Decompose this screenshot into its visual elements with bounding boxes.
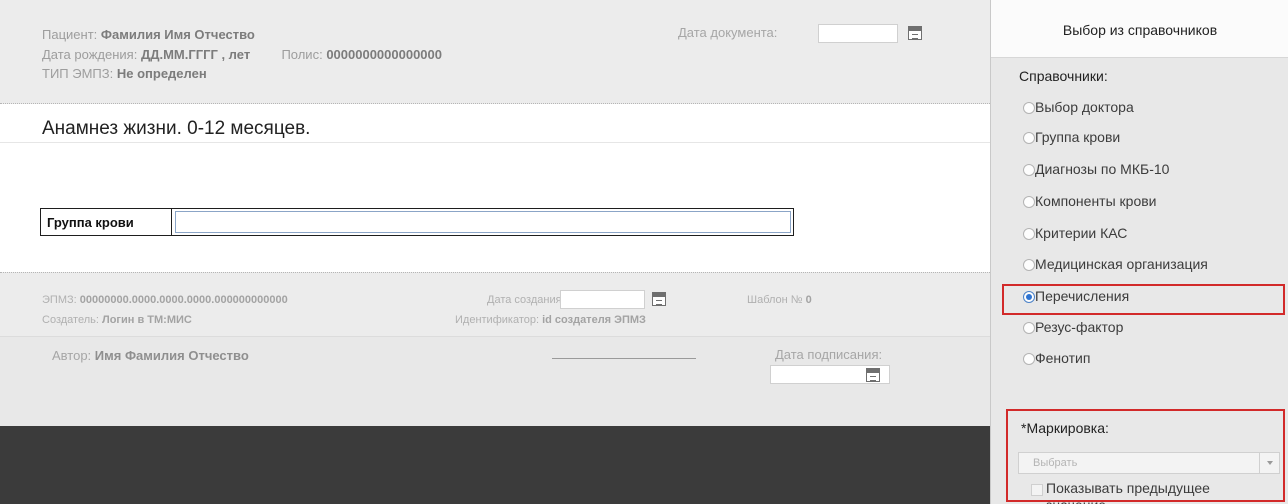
template-value: 0	[805, 294, 812, 306]
radio-label: Фенотип	[1035, 350, 1091, 366]
dob-line: Дата рождения: ДД.ММ.ГГГГ , лет Полис: 0…	[42, 47, 442, 62]
blood-group-label: Группа крови	[41, 209, 172, 235]
ident-value: id создателя ЭПМЗ	[542, 314, 646, 326]
author-label: Автор:	[52, 348, 92, 363]
chevron-down-icon[interactable]	[1259, 453, 1279, 473]
created-date-input[interactable]	[560, 290, 645, 309]
radio-icon[interactable]	[1023, 102, 1035, 114]
select-placeholder: Выбрать	[1033, 457, 1078, 469]
dob-value: ДД.ММ.ГГГГ , лет	[140, 47, 251, 62]
type-value: Не определен	[116, 66, 207, 81]
type-line: ТИП ЭМПЗ: Не определен	[42, 66, 207, 81]
creator-label: Создатель:	[42, 314, 99, 326]
radio-icon[interactable]	[1023, 259, 1035, 271]
page-title: Анамнез жизни. 0-12 месяцев.	[42, 118, 311, 139]
emz-value: 00000000.0000.0000.0000.000000000000	[79, 294, 288, 306]
radio-label: Медицинская организация	[1035, 256, 1208, 272]
blood-group-input[interactable]	[175, 211, 791, 233]
dob-label: Дата рождения:	[42, 47, 138, 62]
panel-title: Выбор из справочников	[991, 0, 1288, 58]
calendar-icon[interactable]	[866, 368, 880, 382]
creator-line: Создатель: Логин в ТМ:МИС	[42, 314, 192, 326]
highlight-box	[1002, 284, 1285, 315]
radio-label: Компоненты крови	[1035, 193, 1157, 209]
divider	[0, 142, 990, 143]
calendar-icon[interactable]	[652, 292, 666, 306]
radio-icon[interactable]	[1023, 132, 1035, 144]
docdate-label: Дата документа:	[678, 25, 778, 40]
radio-label: Группа крови	[1035, 129, 1121, 145]
creator-value: Логин в ТМ:МИС	[101, 314, 192, 326]
created-label: Дата создания:	[487, 294, 565, 306]
show-previous-checkbox[interactable]	[1031, 484, 1043, 496]
radio-label: Критерии КАС	[1035, 225, 1128, 241]
author-line: Автор: Имя Фамилия Отчество	[52, 348, 249, 363]
document-meta: ЭПМЗ: 00000000.0000.0000.0000.0000000000…	[0, 272, 990, 336]
radio-icon[interactable]	[1023, 322, 1035, 334]
template-line: Шаблон № 0	[747, 294, 812, 306]
type-label: ТИП ЭМПЗ:	[42, 66, 114, 81]
marking-label: *Маркировка:	[1021, 420, 1109, 436]
signature-area: Автор: Имя Фамилия Отчество Дата подписа…	[0, 336, 990, 426]
document-area: Пациент: Фамилия Имя Отчество Дата рожде…	[0, 0, 990, 504]
bottom-dark-bar	[0, 426, 990, 504]
ident-label: Идентификатор:	[455, 314, 540, 326]
radio-icon[interactable]	[1023, 228, 1035, 240]
show-previous-label: Показывать предыдущее значение	[1046, 480, 1210, 504]
blood-group-field: Группа крови	[40, 208, 794, 236]
signdate-label: Дата подписания:	[775, 347, 883, 362]
ident-line: Идентификатор: id создателя ЭПМЗ	[455, 314, 646, 326]
radio-label: Диагнозы по МКБ-10	[1035, 161, 1170, 177]
marking-select[interactable]: Выбрать	[1018, 452, 1280, 474]
policy-label: Полис:	[281, 47, 323, 62]
reference-section-label: Справочники:	[1019, 68, 1108, 84]
radio-label: Выбор доктора	[1035, 99, 1134, 115]
patient-line: Пациент: Фамилия Имя Отчество	[42, 27, 255, 42]
patient-name: Фамилия Имя Отчество	[100, 27, 255, 42]
calendar-icon[interactable]	[908, 26, 922, 40]
radio-label: Резус-фактор	[1035, 319, 1124, 335]
policy-value: 0000000000000000	[326, 47, 442, 62]
emz-label: ЭПМЗ:	[42, 294, 77, 306]
radio-icon[interactable]	[1023, 164, 1035, 176]
emz-line: ЭПМЗ: 00000000.0000.0000.0000.0000000000…	[42, 294, 288, 306]
radio-icon[interactable]	[1023, 353, 1035, 365]
patient-label: Пациент:	[42, 27, 98, 42]
template-label: Шаблон №	[747, 294, 803, 306]
docdate-input[interactable]	[818, 24, 898, 43]
radio-icon[interactable]	[1023, 196, 1035, 208]
patient-header: Пациент: Фамилия Имя Отчество Дата рожде…	[0, 0, 990, 104]
signature-line	[552, 358, 696, 359]
author-value: Имя Фамилия Отчество	[94, 348, 249, 363]
